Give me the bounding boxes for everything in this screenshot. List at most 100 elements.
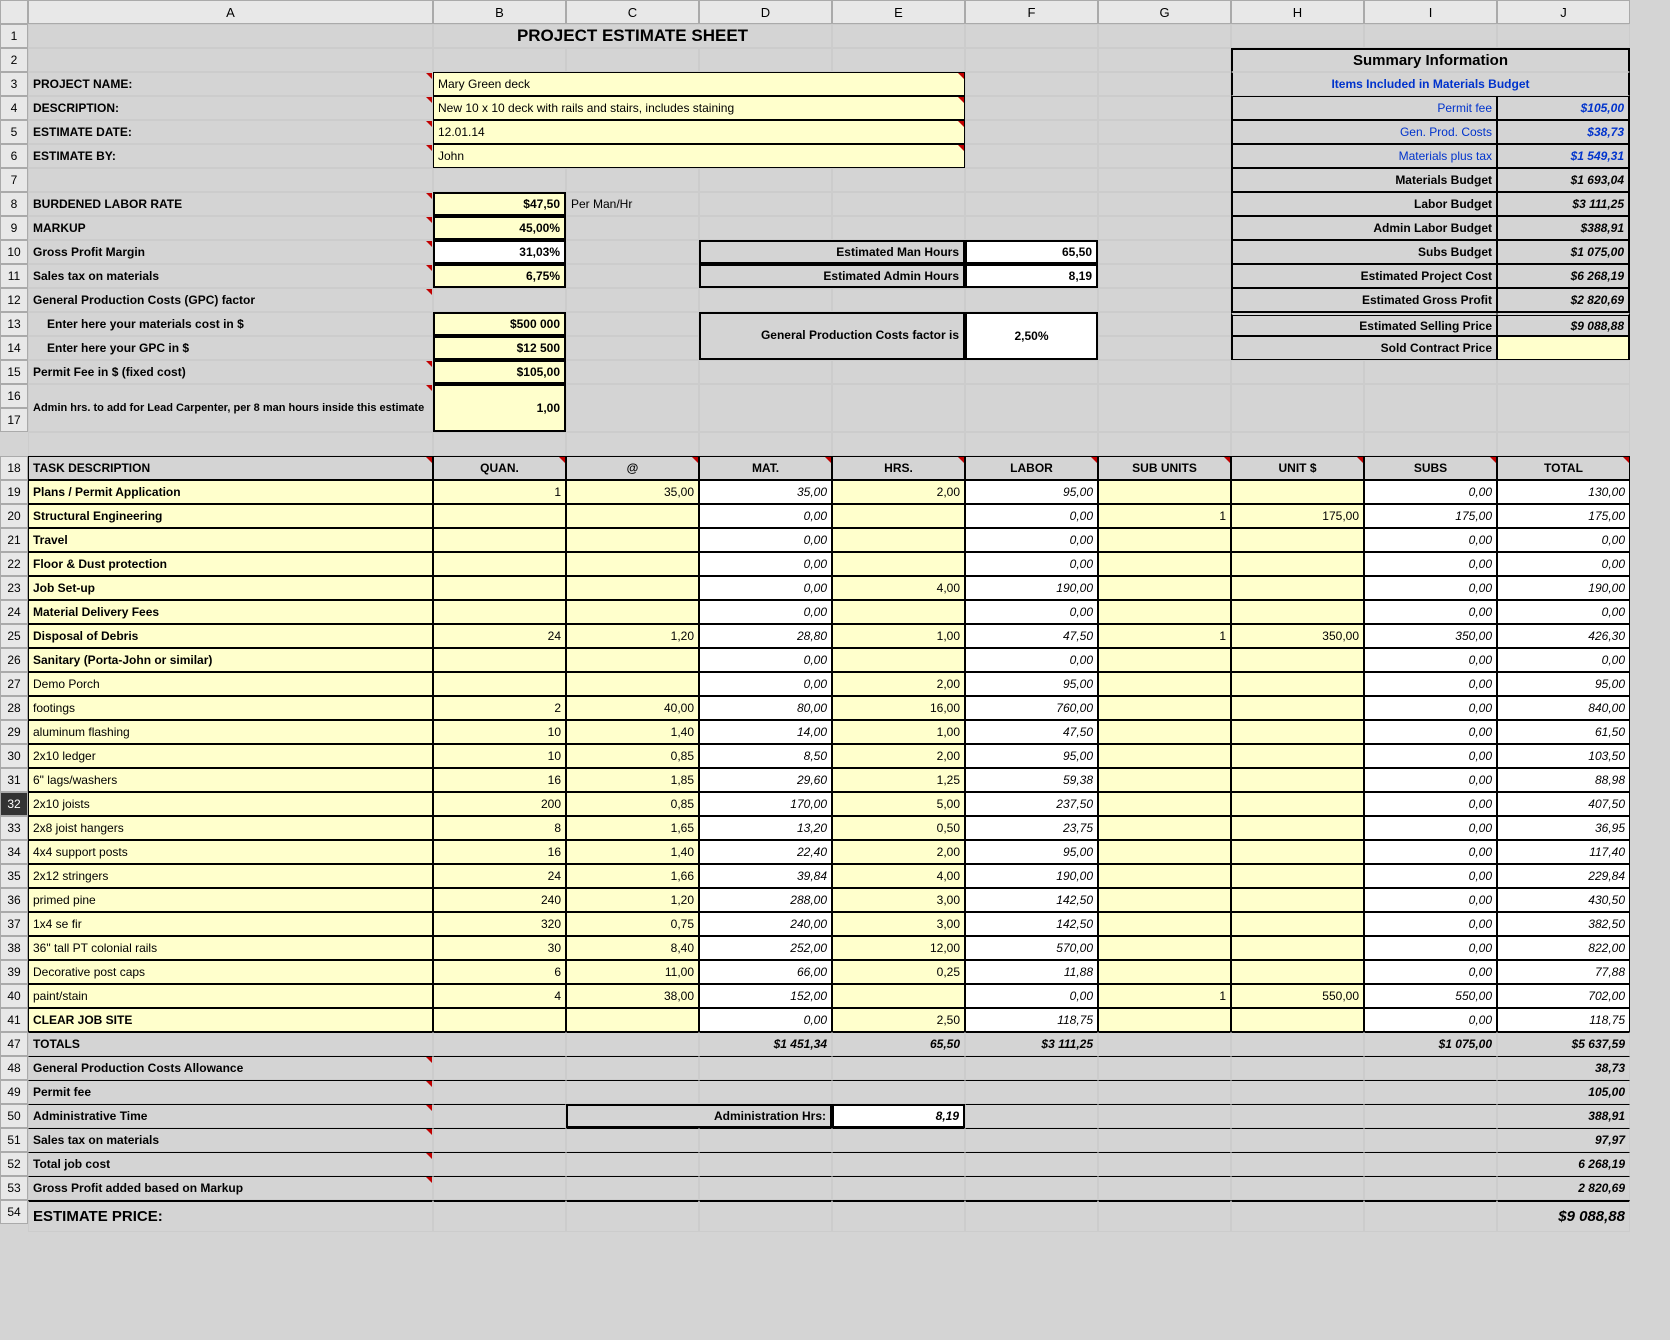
row-header-27[interactable]: 27: [0, 672, 28, 696]
table-cell[interactable]: [433, 648, 566, 672]
table-cell[interactable]: 1: [1098, 624, 1231, 648]
row-header-31[interactable]: 31: [0, 768, 28, 792]
table-cell[interactable]: 16,00: [832, 696, 965, 720]
row-header-48[interactable]: 48: [0, 1056, 28, 1080]
table-cell[interactable]: [1231, 936, 1364, 960]
table-cell[interactable]: [1231, 792, 1364, 816]
table-cell[interactable]: [1098, 720, 1231, 744]
table-cell[interactable]: 0,85: [566, 744, 699, 768]
table-cell[interactable]: [433, 528, 566, 552]
table-cell[interactable]: [1231, 480, 1364, 504]
task-desc[interactable]: Floor & Dust protection: [28, 552, 433, 576]
table-cell[interactable]: [1098, 696, 1231, 720]
row-header-34[interactable]: 34: [0, 840, 28, 864]
table-cell[interactable]: 6: [433, 960, 566, 984]
row-header-52[interactable]: 52: [0, 1152, 28, 1176]
col-header-I[interactable]: I: [1364, 0, 1497, 24]
row-header-33[interactable]: 33: [0, 816, 28, 840]
table-cell[interactable]: 0,25: [832, 960, 965, 984]
table-cell[interactable]: [1098, 552, 1231, 576]
col-header-F[interactable]: F: [965, 0, 1098, 24]
row-header-7[interactable]: 7: [0, 168, 28, 192]
table-cell[interactable]: 30: [433, 936, 566, 960]
row-header-49[interactable]: 49: [0, 1080, 28, 1104]
table-cell[interactable]: [566, 1008, 699, 1032]
table-cell[interactable]: 1: [433, 480, 566, 504]
row-header-37[interactable]: 37: [0, 912, 28, 936]
row-header-24[interactable]: 24: [0, 600, 28, 624]
row-header-53[interactable]: 53: [0, 1176, 28, 1200]
row-header-26[interactable]: 26: [0, 648, 28, 672]
row-header-32[interactable]: 32: [0, 792, 28, 816]
table-cell[interactable]: [1231, 864, 1364, 888]
table-cell[interactable]: 240: [433, 888, 566, 912]
task-desc[interactable]: 2x10 joists: [28, 792, 433, 816]
task-desc[interactable]: Material Delivery Fees: [28, 600, 433, 624]
col-header-H[interactable]: H: [1231, 0, 1364, 24]
table-cell[interactable]: [832, 504, 965, 528]
table-cell[interactable]: 4: [433, 984, 566, 1008]
table-cell[interactable]: 1,00: [832, 720, 965, 744]
table-cell[interactable]: [566, 552, 699, 576]
table-cell[interactable]: 4,00: [832, 576, 965, 600]
table-cell[interactable]: 1,00: [832, 624, 965, 648]
table-cell[interactable]: [1231, 840, 1364, 864]
row-header-9[interactable]: 9: [0, 216, 28, 240]
table-cell[interactable]: 5,00: [832, 792, 965, 816]
table-cell[interactable]: 0,50: [832, 816, 965, 840]
row-header-12[interactable]: 12: [0, 288, 28, 312]
table-cell[interactable]: 0,85: [566, 792, 699, 816]
row-header-20[interactable]: 20: [0, 504, 28, 528]
row-header-29[interactable]: 29: [0, 720, 28, 744]
row-header-2[interactable]: 2: [0, 48, 28, 72]
row-header-40[interactable]: 40: [0, 984, 28, 1008]
row-header-4[interactable]: 4: [0, 96, 28, 120]
table-cell[interactable]: 0,75: [566, 912, 699, 936]
table-cell[interactable]: 320: [433, 912, 566, 936]
table-cell[interactable]: [566, 528, 699, 552]
task-desc[interactable]: 2x10 ledger: [28, 744, 433, 768]
table-cell[interactable]: 2,00: [832, 744, 965, 768]
task-desc[interactable]: paint/stain: [28, 984, 433, 1008]
table-cell[interactable]: [1098, 648, 1231, 672]
table-cell[interactable]: 8: [433, 816, 566, 840]
table-cell[interactable]: 2,50: [832, 1008, 965, 1032]
row-header-50[interactable]: 50: [0, 1104, 28, 1128]
task-desc[interactable]: footings: [28, 696, 433, 720]
row-header-36[interactable]: 36: [0, 888, 28, 912]
table-cell[interactable]: [1231, 888, 1364, 912]
col-header-D[interactable]: D: [699, 0, 832, 24]
table-cell[interactable]: 2,00: [832, 672, 965, 696]
table-cell[interactable]: [566, 648, 699, 672]
table-cell[interactable]: 2: [433, 696, 566, 720]
table-cell[interactable]: 12,00: [832, 936, 965, 960]
col-header-G[interactable]: G: [1098, 0, 1231, 24]
table-cell[interactable]: [1231, 720, 1364, 744]
table-cell[interactable]: [1098, 744, 1231, 768]
table-cell[interactable]: [1098, 1008, 1231, 1032]
table-cell[interactable]: [566, 672, 699, 696]
table-cell[interactable]: 1,25: [832, 768, 965, 792]
row-header-22[interactable]: 22: [0, 552, 28, 576]
table-cell[interactable]: [1231, 648, 1364, 672]
row-header-11[interactable]: 11: [0, 264, 28, 288]
table-cell[interactable]: 16: [433, 768, 566, 792]
task-desc[interactable]: 2x12 stringers: [28, 864, 433, 888]
row-header-5[interactable]: 5: [0, 120, 28, 144]
row-header-8[interactable]: 8: [0, 192, 28, 216]
col-header-C[interactable]: C: [566, 0, 699, 24]
table-cell[interactable]: [1098, 528, 1231, 552]
row-header-39[interactable]: 39: [0, 960, 28, 984]
table-cell[interactable]: [1098, 576, 1231, 600]
row-header-51[interactable]: 51: [0, 1128, 28, 1152]
table-cell[interactable]: 1,66: [566, 864, 699, 888]
table-cell[interactable]: 1: [1098, 504, 1231, 528]
table-cell[interactable]: [433, 600, 566, 624]
table-cell[interactable]: [1231, 1008, 1364, 1032]
table-cell[interactable]: 1,40: [566, 720, 699, 744]
table-cell[interactable]: [1231, 912, 1364, 936]
task-desc[interactable]: 36" tall PT colonial rails: [28, 936, 433, 960]
table-cell[interactable]: [1231, 552, 1364, 576]
table-cell[interactable]: [1098, 768, 1231, 792]
table-cell[interactable]: 175,00: [1231, 504, 1364, 528]
